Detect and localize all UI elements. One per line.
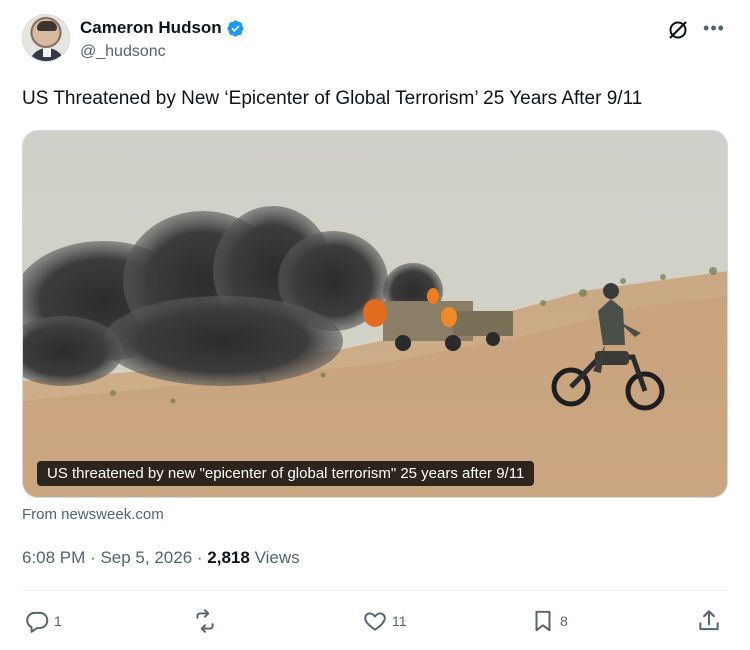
action-bar: 1 11 8 — [22, 606, 728, 636]
more-icon[interactable]: ••• — [702, 16, 726, 40]
reply-button[interactable]: 1 — [24, 606, 62, 636]
tweet-date[interactable]: Sep 5, 2026 — [100, 548, 192, 567]
meta-separator: · — [196, 548, 203, 567]
author-display-name[interactable]: Cameron Hudson — [80, 18, 222, 38]
like-button[interactable]: 11 — [362, 606, 407, 636]
reply-count: 1 — [54, 613, 62, 629]
tweet-time[interactable]: 6:08 PM — [22, 548, 85, 567]
reply-icon — [26, 611, 49, 633]
tweet-header: Cameron Hudson @_hudsonc ••• — [22, 14, 728, 70]
avatar[interactable] — [22, 14, 70, 62]
meta-separator: · — [90, 548, 96, 567]
media-caption: US threatened by new "epicenter of globa… — [37, 461, 535, 486]
verified-badge-icon — [227, 19, 244, 37]
views-label: Views — [254, 548, 300, 567]
share-button[interactable] — [696, 606, 722, 636]
tweet-meta: 6:08 PM · Sep 5, 2026 · 2,818 Views — [22, 548, 300, 568]
divider — [22, 590, 728, 591]
author-name-row: Cameron Hudson — [80, 18, 245, 38]
author-handle[interactable]: @_hudsonc — [80, 43, 166, 61]
news-photo — [23, 131, 727, 497]
like-count: 11 — [392, 613, 407, 629]
grok-icon[interactable] — [666, 18, 690, 42]
views-count: 2,818 — [207, 548, 250, 567]
share-icon — [699, 610, 719, 631]
link-source[interactable]: From newsweek.com — [22, 506, 164, 523]
link-card-image[interactable]: US threatened by new "epicenter of globa… — [22, 130, 728, 498]
retweet-button[interactable] — [192, 606, 222, 636]
bookmark-icon — [535, 610, 551, 632]
bookmark-button[interactable]: 8 — [530, 606, 568, 636]
bookmark-count: 8 — [560, 613, 568, 629]
retweet-icon — [196, 609, 214, 633]
heart-icon — [364, 612, 386, 631]
tweet-text: US Threatened by New ‘Epicenter of Globa… — [22, 88, 643, 109]
